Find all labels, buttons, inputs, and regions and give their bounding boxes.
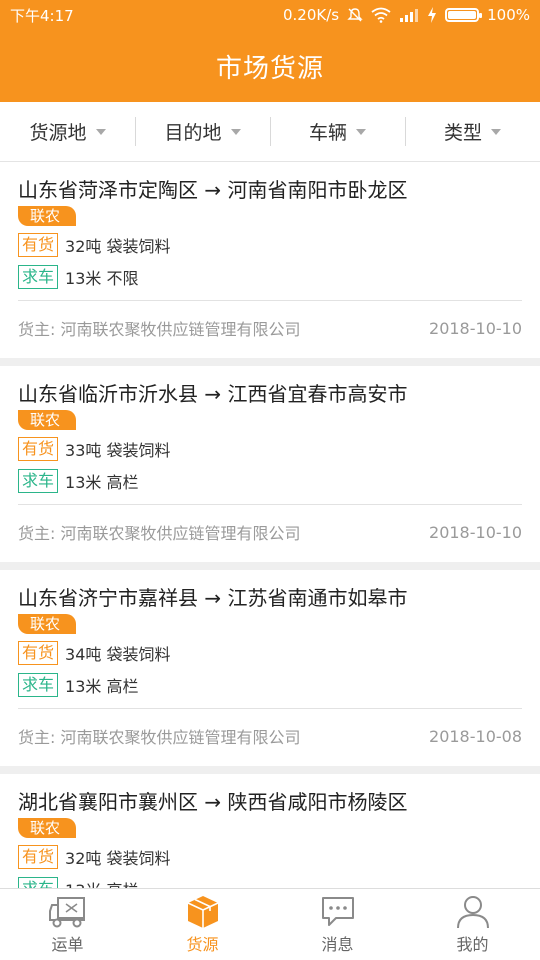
route-text: 山东省菏泽市定陶区 → 河南省南阳市卧龙区 bbox=[18, 178, 408, 202]
tab-label: 货源 bbox=[186, 934, 219, 954]
filter-label: 货源地 bbox=[29, 122, 87, 144]
cargo-list[interactable]: 山东省菏泽市定陶区 → 河南省南阳市卧龙区 联农 有货 32吨 袋装饲料 求车 … bbox=[0, 162, 540, 888]
owner-text: 货主: 河南联农聚牧供应链管理有限公司 bbox=[18, 524, 301, 543]
cargo-tag: 有货 bbox=[18, 845, 59, 869]
vehicle-detail: 13米 不限 bbox=[65, 269, 139, 288]
cargo-row: 有货 32吨 袋装饲料 bbox=[18, 232, 522, 258]
battery-percent: 100% bbox=[487, 6, 530, 24]
filter-label: 车辆 bbox=[308, 122, 347, 144]
vehicle-detail: 13米 高栏 bbox=[65, 473, 139, 492]
tab-label: 消息 bbox=[321, 934, 354, 954]
tab-profile[interactable]: 我的 bbox=[405, 889, 540, 960]
cargo-row: 有货 34吨 袋装饲料 bbox=[18, 640, 522, 666]
vehicle-tag: 求车 bbox=[18, 265, 59, 289]
cargo-detail: 32吨 袋装饲料 bbox=[65, 237, 171, 256]
status-time: 下午4:17 bbox=[10, 6, 74, 25]
filter-type[interactable]: 类型 bbox=[405, 102, 540, 161]
date-text: 2018-10-10 bbox=[429, 522, 522, 542]
card-footer: 货主: 河南联农聚牧供应链管理有限公司 2018-10-10 bbox=[18, 505, 522, 559]
network-speed: 0.20K/s bbox=[283, 6, 340, 24]
vehicle-tag: 求车 bbox=[18, 673, 59, 697]
tab-cargo-source[interactable]: 货源 bbox=[135, 889, 270, 960]
truck-icon bbox=[48, 896, 85, 927]
company-badge: 联农 bbox=[18, 818, 77, 838]
cargo-detail: 34吨 袋装饲料 bbox=[65, 645, 171, 664]
tab-label: 我的 bbox=[456, 934, 489, 954]
vehicle-row: 求车 13米 高栏 bbox=[18, 672, 522, 698]
company-badge: 联农 bbox=[18, 614, 77, 634]
route-text: 山东省临沂市沂水县 → 江西省宜春市高安市 bbox=[18, 382, 408, 406]
vehicle-row: 求车 13米 高栏 bbox=[18, 468, 522, 494]
vehicle-tag: 求车 bbox=[18, 469, 59, 493]
filter-vehicle[interactable]: 车辆 bbox=[270, 102, 405, 161]
owner-text: 货主: 河南联农聚牧供应链管理有限公司 bbox=[18, 320, 301, 339]
status-icons: 0.20K/s 100% bbox=[283, 6, 530, 24]
page-title: 市场货源 bbox=[215, 53, 324, 84]
tab-waybill[interactable]: 运单 bbox=[0, 889, 135, 960]
cargo-tag: 有货 bbox=[18, 437, 59, 461]
title-bar: 市场货源 bbox=[0, 30, 540, 102]
signal-icon bbox=[400, 9, 419, 22]
battery-icon bbox=[445, 8, 483, 22]
cargo-detail: 32吨 袋装饲料 bbox=[65, 849, 171, 868]
card-footer: 货主: 河南联农聚牧供应链管理有限公司 2018-10-08 bbox=[18, 709, 522, 763]
filter-label: 类型 bbox=[443, 122, 482, 144]
cargo-detail: 33吨 袋装饲料 bbox=[65, 441, 171, 460]
box-icon bbox=[187, 895, 218, 928]
company-badge: 联农 bbox=[18, 206, 77, 226]
cargo-listing-card[interactable]: 山东省菏泽市定陶区 → 河南省南阳市卧龙区 联农 有货 32吨 袋装饲料 求车 … bbox=[0, 162, 540, 358]
owner-text: 货主: 河南联农聚牧供应链管理有限公司 bbox=[18, 728, 301, 747]
wifi-icon bbox=[371, 7, 391, 23]
status-bar: 下午4:17 0.20K/s 100% bbox=[0, 0, 540, 30]
cargo-row: 有货 33吨 袋装饲料 bbox=[18, 436, 522, 462]
date-text: 2018-10-08 bbox=[429, 726, 522, 746]
cargo-listing-card[interactable]: 山东省济宁市嘉祥县 → 江苏省南通市如皋市 联农 有货 34吨 袋装饲料 求车 … bbox=[0, 570, 540, 766]
dropdown-caret-icon bbox=[230, 128, 241, 135]
cargo-listing-card[interactable]: 山东省临沂市沂水县 → 江西省宜春市高安市 联农 有货 33吨 袋装饲料 求车 … bbox=[0, 366, 540, 562]
filter-label: 目的地 bbox=[164, 122, 222, 144]
vehicle-detail: 13米 高栏 bbox=[65, 877, 138, 888]
dropdown-caret-icon bbox=[95, 128, 106, 135]
cargo-listing-card[interactable]: 湖北省襄阳市襄州区 → 陕西省咸阳市杨陵区 联农 有货 32吨 袋装饲料 求车 … bbox=[0, 774, 540, 888]
bottom-tab-bar: 运单 货源 消息 我的 bbox=[0, 888, 540, 960]
charging-icon bbox=[428, 7, 437, 23]
date-text: 2018-10-10 bbox=[429, 318, 522, 338]
user-icon bbox=[456, 895, 489, 928]
filter-bar: 货源地 目的地 车辆 类型 bbox=[0, 102, 540, 162]
chat-icon bbox=[321, 896, 354, 926]
cargo-tag: 有货 bbox=[18, 641, 59, 665]
vehicle-tag: 求车 bbox=[18, 877, 59, 888]
vehicle-row: 求车 13米 高栏 bbox=[18, 876, 522, 888]
dropdown-caret-icon bbox=[356, 128, 366, 135]
filter-origin[interactable]: 货源地 bbox=[0, 102, 135, 161]
mute-icon bbox=[347, 8, 363, 22]
cargo-row: 有货 32吨 袋装饲料 bbox=[18, 844, 522, 870]
vehicle-row: 求车 13米 不限 bbox=[18, 264, 522, 290]
dropdown-caret-icon bbox=[491, 128, 501, 135]
tab-label: 运单 bbox=[51, 934, 84, 954]
vehicle-detail: 13米 高栏 bbox=[65, 677, 139, 696]
company-badge: 联农 bbox=[18, 410, 77, 430]
filter-destination[interactable]: 目的地 bbox=[135, 102, 270, 161]
cargo-tag: 有货 bbox=[18, 233, 59, 257]
tab-messages[interactable]: 消息 bbox=[270, 889, 405, 960]
route-text: 山东省济宁市嘉祥县 → 江苏省南通市如皋市 bbox=[18, 586, 408, 610]
route-text: 湖北省襄阳市襄州区 → 陕西省咸阳市杨陵区 bbox=[18, 790, 408, 814]
card-footer: 货主: 河南联农聚牧供应链管理有限公司 2018-10-10 bbox=[18, 301, 522, 355]
